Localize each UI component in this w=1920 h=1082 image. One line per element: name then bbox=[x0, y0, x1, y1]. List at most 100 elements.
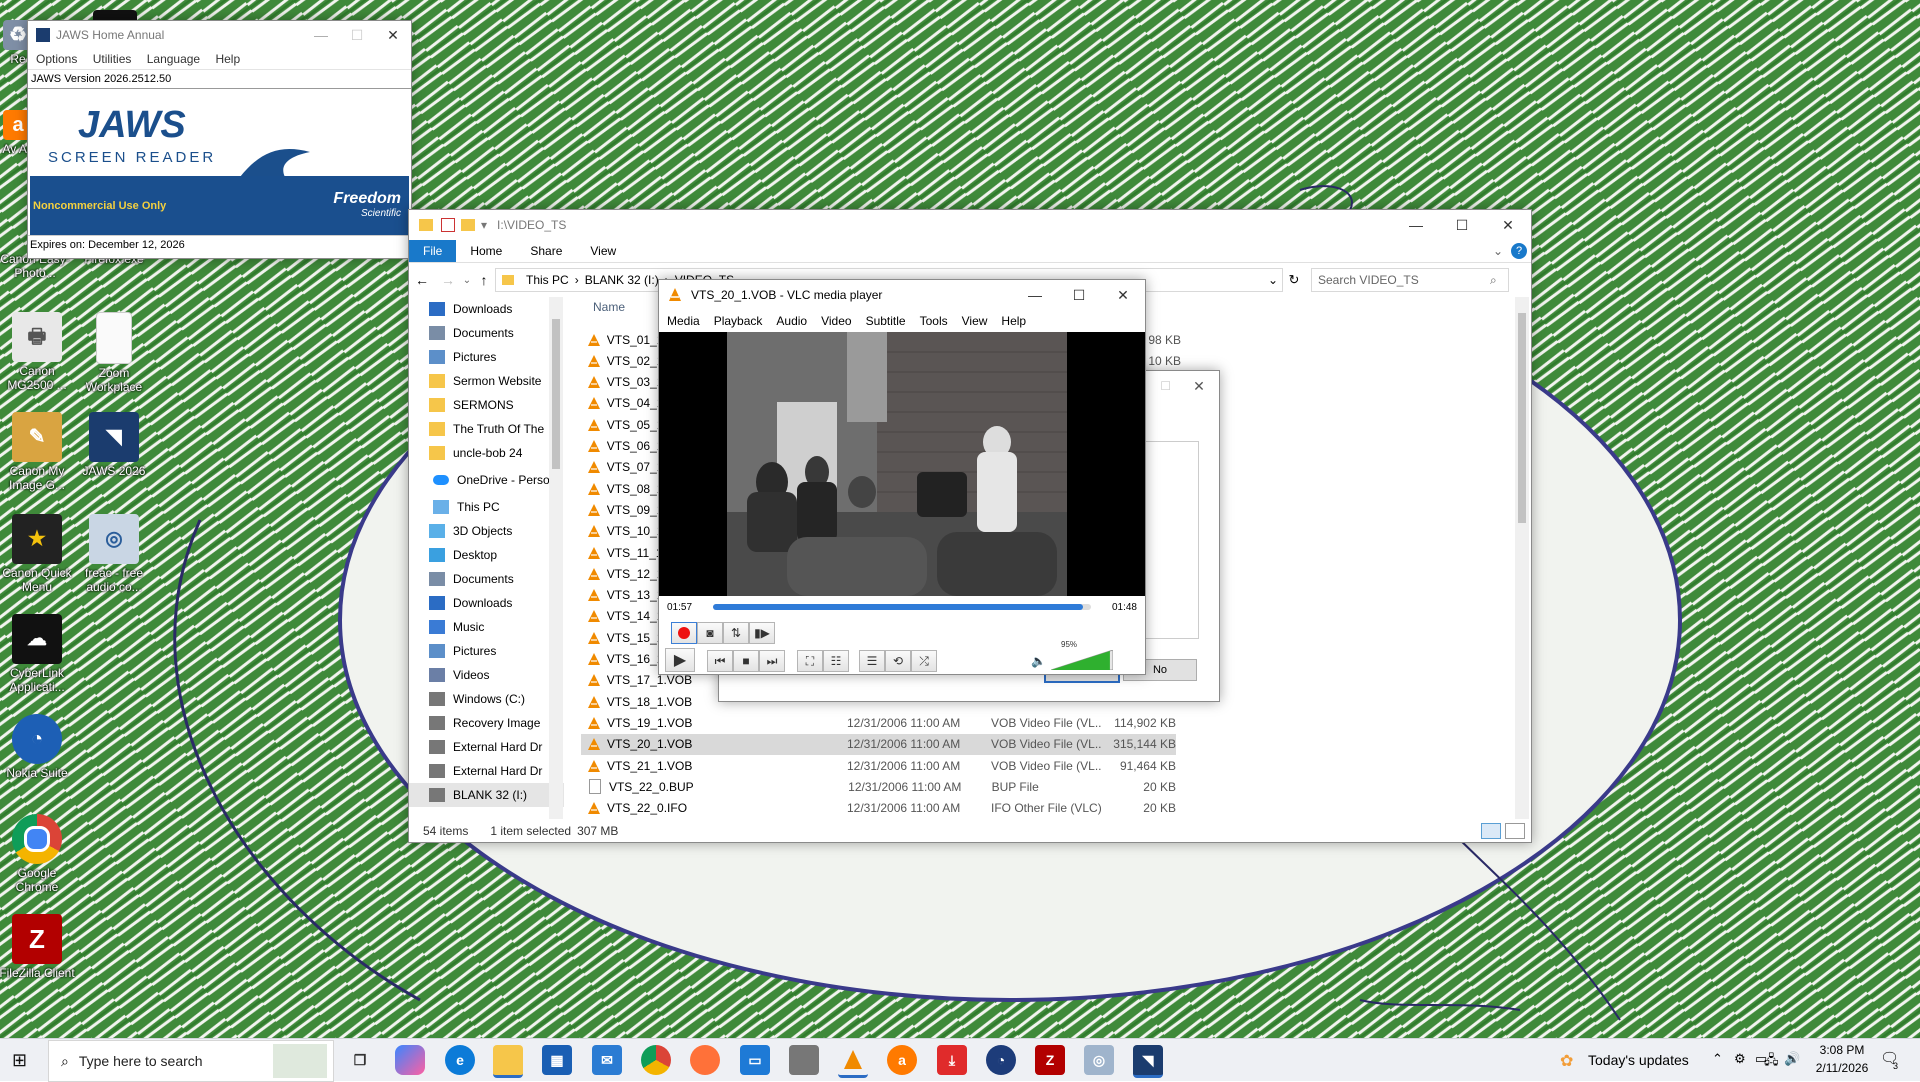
fullscreen-button[interactable]: ⛶ bbox=[797, 650, 823, 672]
volume-icon[interactable]: 🔊 bbox=[1784, 1051, 1800, 1067]
nav-scrollbar[interactable] bbox=[549, 297, 563, 819]
vlc-menu-tools[interactable]: Tools bbox=[920, 314, 948, 328]
google-chrome-icon[interactable]: Google Chrome bbox=[0, 814, 76, 894]
file-row[interactable]: VTS_21_1.VOB 12/31/2006 11:00 AM VOB Video… bbox=[581, 755, 1176, 776]
vlc-menu-subtitle[interactable]: Subtitle bbox=[866, 314, 906, 328]
copilot-icon[interactable] bbox=[395, 1045, 425, 1075]
edge-icon[interactable]: e bbox=[445, 1045, 475, 1075]
tab-share[interactable]: Share bbox=[516, 240, 576, 262]
store-icon[interactable]: ▦ bbox=[542, 1045, 572, 1075]
snapshot-button[interactable]: ◙ bbox=[697, 622, 723, 644]
new-folder-icon[interactable] bbox=[461, 219, 475, 231]
nokia-suite-icon[interactable]: ◔ Nokia Suite bbox=[0, 714, 76, 780]
nav-item-quick[interactable]: SERMONS bbox=[409, 393, 564, 417]
nav-item-pc[interactable]: External Hard Dr bbox=[409, 735, 564, 759]
nav-item-pc[interactable]: Pictures bbox=[409, 639, 564, 663]
qat-dropdown-icon[interactable]: ▾ bbox=[481, 218, 487, 232]
nav-item-quick[interactable]: Documents📌 bbox=[409, 321, 564, 345]
seek-bar[interactable] bbox=[713, 604, 1091, 610]
previous-button[interactable]: ⏮ bbox=[707, 650, 733, 672]
properties-icon[interactable] bbox=[441, 218, 455, 232]
nav-this-pc[interactable]: This PC bbox=[409, 495, 564, 519]
search-box[interactable]: Search VIDEO_TS ⌕ bbox=[1311, 268, 1509, 292]
news-label[interactable]: Today's updates bbox=[1588, 1052, 1689, 1068]
play-button[interactable]: ▶ bbox=[665, 648, 695, 672]
clock-time[interactable]: 3:08 PM bbox=[1810, 1043, 1874, 1057]
nav-item-pc[interactable]: Windows (C:) bbox=[409, 687, 564, 711]
tab-file[interactable]: File bbox=[409, 240, 457, 262]
menu-utilities[interactable]: Utilities bbox=[93, 52, 132, 66]
ribbon-expand-icon[interactable]: ⌄ bbox=[1493, 240, 1503, 262]
nav-item-pc[interactable]: BLANK 32 (I:) bbox=[409, 783, 564, 807]
canon-quick-menu-icon[interactable]: ★ Canon Quick Menu bbox=[0, 514, 76, 594]
chevron-up-icon[interactable]: ⌃ bbox=[1712, 1051, 1723, 1067]
file-scrollbar[interactable] bbox=[1515, 297, 1529, 819]
canon-mg2500-icon[interactable]: 🖶 Canon MG2500 ... bbox=[0, 312, 76, 392]
maximize-icon[interactable]: ☐ bbox=[339, 20, 375, 50]
vlc-menu-media[interactable]: Media bbox=[667, 314, 700, 328]
minimize-icon[interactable]: — bbox=[303, 20, 339, 50]
close-icon[interactable]: ✕ bbox=[1101, 280, 1145, 310]
zoom-workplace-icon[interactable]: Zoom Workplace bbox=[75, 312, 153, 394]
vlc-menu-help[interactable]: Help bbox=[1001, 314, 1026, 328]
task-view-icon[interactable]: ❐ bbox=[345, 1045, 375, 1075]
nav-item-pc[interactable]: Desktop bbox=[409, 543, 564, 567]
windows-start-icon[interactable]: ⊞ bbox=[12, 1050, 27, 1071]
minimize-icon[interactable]: — bbox=[1013, 280, 1057, 310]
nav-item-quick[interactable]: The Truth Of The bbox=[409, 417, 564, 441]
nav-item-pc[interactable]: 3D Objects bbox=[409, 519, 564, 543]
record-button[interactable] bbox=[671, 622, 697, 644]
nav-item-quick[interactable]: Downloads📌 bbox=[409, 297, 564, 321]
menu-language[interactable]: Language bbox=[147, 52, 200, 66]
forward-icon[interactable]: → bbox=[435, 272, 461, 288]
network-icon[interactable]: 🖧 bbox=[1764, 1051, 1779, 1073]
vlc-menu-view[interactable]: View bbox=[962, 314, 988, 328]
jaws-taskbar-icon[interactable]: ◥ bbox=[1133, 1045, 1163, 1078]
minimize-icon[interactable]: — bbox=[1393, 210, 1439, 240]
vlc-menu-audio[interactable]: Audio bbox=[776, 314, 807, 328]
volume-slider[interactable] bbox=[1051, 650, 1113, 670]
close-icon[interactable]: ✕ bbox=[375, 20, 411, 50]
file-scrollbar-thumb[interactable] bbox=[1518, 313, 1526, 523]
maximize-icon[interactable]: ☐ bbox=[1057, 280, 1101, 310]
jaws-2026-icon[interactable]: ◥ JAWS 2026 bbox=[75, 412, 153, 478]
close-icon[interactable]: ✕ bbox=[1181, 371, 1217, 401]
nav-item-pc[interactable]: Documents bbox=[409, 567, 564, 591]
taskbar-search[interactable]: ⌕ Type here to search bbox=[48, 1040, 334, 1082]
recent-dropdown-icon[interactable]: ⌄ bbox=[461, 275, 473, 286]
chrome-taskbar-icon[interactable] bbox=[641, 1045, 671, 1075]
nokia-taskbar-icon[interactable]: ◔ bbox=[986, 1045, 1016, 1075]
large-icons-view-icon[interactable] bbox=[1505, 823, 1525, 839]
download-manager-icon[interactable]: ⤓ bbox=[937, 1045, 967, 1075]
playlist-button[interactable]: ☰ bbox=[859, 650, 885, 672]
file-row[interactable]: VTS_22_0.BUP 12/31/2006 11:00 AM BUP File 2… bbox=[581, 776, 1176, 797]
loop-ab-button[interactable]: ⇅ bbox=[723, 622, 749, 644]
up-icon[interactable]: ↑ bbox=[473, 272, 495, 288]
canon-my-image-garden-icon[interactable]: ✎ Canon My Image G... bbox=[0, 412, 76, 492]
video-area[interactable] bbox=[659, 332, 1145, 596]
device-manager-icon[interactable] bbox=[789, 1045, 819, 1075]
nav-item-quick[interactable]: Sermon Website bbox=[409, 369, 564, 393]
close-icon[interactable]: ✕ bbox=[1485, 210, 1531, 240]
breadcrumb-drive[interactable]: BLANK 32 (I:) bbox=[585, 273, 659, 287]
extended-settings-button[interactable]: ☷ bbox=[823, 650, 849, 672]
shuffle-button[interactable]: ⤮ bbox=[911, 650, 937, 672]
nav-scrollbar-thumb[interactable] bbox=[552, 319, 560, 469]
app-tray-icon[interactable]: ⚙ bbox=[1734, 1051, 1746, 1067]
outlook-icon[interactable]: ✉ bbox=[592, 1045, 622, 1075]
vlc-menu-video[interactable]: Video bbox=[821, 314, 851, 328]
breadcrumb-this-pc[interactable]: This PC bbox=[526, 273, 569, 287]
cyberlink-icon[interactable]: ☁ CyberLink Applicati... bbox=[0, 614, 76, 694]
filezilla-icon[interactable]: Z FileZilla Client bbox=[0, 914, 76, 980]
next-button[interactable]: ⏭ bbox=[759, 650, 785, 672]
maximize-icon[interactable]: ☐ bbox=[1439, 210, 1485, 240]
refresh-icon[interactable]: ↻ bbox=[1283, 272, 1305, 288]
tab-view[interactable]: View bbox=[576, 240, 630, 262]
menu-options[interactable]: Options bbox=[36, 52, 77, 66]
freac-taskbar-icon[interactable]: ◎ bbox=[1084, 1045, 1114, 1075]
firefox-taskbar-icon[interactable] bbox=[690, 1045, 720, 1075]
help-icon[interactable]: ? bbox=[1511, 243, 1527, 259]
tab-home[interactable]: Home bbox=[456, 240, 516, 262]
news-icon[interactable]: ✿ bbox=[1560, 1051, 1573, 1071]
nav-item-quick[interactable]: Pictures📌 bbox=[409, 345, 564, 369]
